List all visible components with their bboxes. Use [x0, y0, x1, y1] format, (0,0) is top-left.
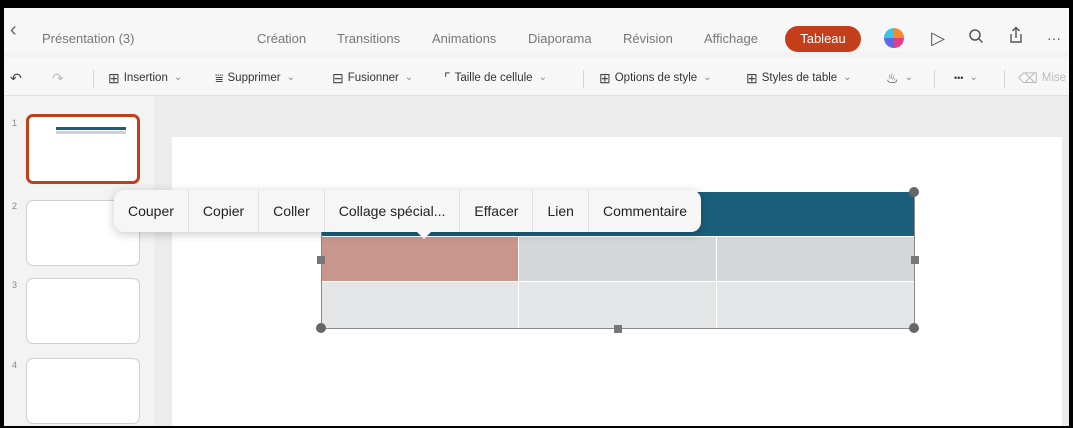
style-options-icon: ⊞	[599, 70, 611, 86]
slide-number: 3	[12, 280, 18, 290]
slide-thumbnail[interactable]	[26, 278, 140, 344]
table-cell[interactable]	[519, 282, 716, 328]
search-icon[interactable]	[964, 26, 988, 50]
table-cell[interactable]	[717, 282, 914, 328]
separator	[934, 70, 935, 88]
resize-handle[interactable]	[909, 187, 919, 197]
chevron-down-icon: ⌄	[404, 72, 414, 83]
menu-item-couper[interactable]: Couper	[114, 190, 189, 232]
table-cell[interactable]	[717, 237, 914, 281]
more-ribbon-button[interactable]: ••• ⌄	[954, 68, 978, 88]
thumbnail-table-preview	[56, 127, 126, 130]
cell-size-button[interactable]: ⌜ Taille de cellule ⌄	[444, 68, 547, 88]
separator	[1004, 70, 1005, 88]
slide-number: 1	[12, 118, 18, 128]
table-styles-icon: ⊞	[746, 70, 758, 86]
ribbon-toolbar: ↶ ↷ ⊞ Insertion ⌄ ⩸ Supprimer ⌄ ⊟ Fusionne…	[4, 58, 1069, 96]
tab-revision[interactable]: Révision	[623, 31, 673, 47]
tab-creation[interactable]: Création	[257, 31, 306, 47]
resize-handle[interactable]	[614, 325, 622, 333]
eraser-icon: ⌫	[1018, 70, 1038, 86]
paint-bucket-icon: ♨	[886, 70, 899, 86]
selected-table-cell[interactable]	[321, 237, 518, 281]
menu-item-coller[interactable]: Coller	[259, 190, 325, 232]
fusionner-button[interactable]: ⊟ Fusionner ⌄	[332, 68, 413, 88]
table-insert-icon: ⊞	[108, 70, 120, 86]
tab-bar: ‹ Présentation (3) Création Transitions …	[4, 8, 1069, 52]
context-menu: Couper Copier Coller Collage spécial... …	[114, 190, 701, 232]
chevron-down-icon: ⌄	[843, 72, 852, 83]
table-cell[interactable]	[519, 237, 716, 281]
cell-size-icon: ⌜	[444, 70, 451, 86]
tab-affichage[interactable]: Affichage	[704, 31, 758, 47]
tab-tableau[interactable]: Tableau	[785, 26, 861, 52]
separator	[583, 70, 584, 88]
slide-thumbnail[interactable]	[26, 358, 140, 424]
menu-item-copier[interactable]: Copier	[189, 190, 260, 232]
supprimer-button[interactable]: ⩸ Supprimer ⌄	[215, 68, 295, 88]
slide-number: 4	[12, 360, 18, 370]
share-icon[interactable]	[1004, 26, 1028, 50]
menu-item-commentaire[interactable]: Commentaire	[589, 190, 701, 232]
document-title[interactable]: Présentation (3)	[42, 31, 135, 47]
slide-thumbnail[interactable]	[26, 114, 140, 184]
menu-item-lien[interactable]: Lien	[533, 190, 589, 232]
tab-animations[interactable]: Animations	[432, 31, 496, 47]
eraser-button[interactable]: ⌫ Mise	[1018, 68, 1066, 88]
resize-handle[interactable]	[911, 256, 919, 264]
context-menu-pointer	[416, 231, 432, 239]
slide-number: 2	[12, 201, 18, 211]
insertion-button[interactable]: ⊞ Insertion ⌄	[108, 68, 182, 88]
table-cell[interactable]	[321, 282, 518, 328]
app-window: ‹ Présentation (3) Création Transitions …	[4, 8, 1069, 426]
copilot-icon[interactable]	[884, 28, 904, 48]
chevron-down-icon: ⌄	[286, 72, 295, 83]
play-icon[interactable]: ▷	[926, 26, 950, 50]
merge-cells-icon: ⊟	[332, 70, 344, 86]
chevron-down-icon: ⌄	[969, 72, 978, 83]
style-options-button[interactable]: ⊞ Options de style ⌄	[599, 68, 712, 88]
back-icon[interactable]: ‹	[10, 20, 17, 40]
more-options-icon[interactable]: ···	[1042, 26, 1066, 50]
chevron-down-icon: ⌄	[538, 72, 547, 83]
separator	[93, 70, 94, 88]
menu-item-collage-special[interactable]: Collage spécial...	[325, 190, 461, 232]
slide-thumbnail-panel: 1 2 3 4	[4, 96, 154, 426]
table-styles-button[interactable]: ⊞ Styles de table ⌄	[746, 68, 852, 88]
redo-icon[interactable]: ↷	[52, 68, 64, 88]
tab-diaporama[interactable]: Diaporama	[528, 31, 592, 47]
menu-item-effacer[interactable]: Effacer	[460, 190, 534, 232]
undo-icon[interactable]: ↶	[10, 68, 22, 88]
resize-handle[interactable]	[317, 256, 325, 264]
chevron-down-icon: ⌄	[904, 72, 913, 83]
resize-handle[interactable]	[909, 323, 919, 333]
delete-rows-icon: ⩸	[215, 70, 224, 86]
shading-button[interactable]: ♨ ⌄	[886, 68, 913, 88]
resize-handle[interactable]	[316, 323, 326, 333]
chevron-down-icon: ⌄	[703, 72, 712, 83]
tab-transitions[interactable]: Transitions	[337, 31, 400, 47]
chevron-down-icon: ⌄	[173, 72, 183, 83]
